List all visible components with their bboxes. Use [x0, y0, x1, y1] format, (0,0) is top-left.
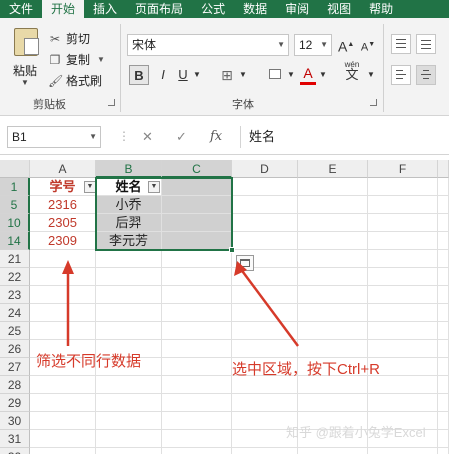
enter-icon[interactable]: ✓: [176, 129, 187, 145]
right-arrow-shaft: [238, 267, 300, 347]
tab-data[interactable]: 数据: [234, 0, 276, 18]
formula-bar-handle-icon: ⋮: [118, 129, 130, 143]
font-name-dropdown[interactable]: 宋体 ▼: [127, 34, 289, 56]
tab-insert[interactable]: 插入: [84, 0, 126, 18]
dialog-launcher-icon[interactable]: [108, 99, 115, 106]
font-group-label: 字体: [232, 99, 254, 111]
formula-bar: B1 ▼ ⋮ ✕ ✓ fx 姓名: [0, 117, 449, 155]
format-painter-button[interactable]: 🖌 格式刷: [48, 72, 102, 89]
excel-window: 文件 开始 插入 页面布局 公式 数据 审阅 视图 帮助 粘贴 ▼ ✂ 剪切 ❐…: [0, 0, 449, 454]
shrink-font-button[interactable]: A▼: [360, 35, 376, 55]
borders-icon[interactable]: ⊞: [218, 65, 236, 85]
name-box[interactable]: B1 ▼: [7, 126, 101, 148]
worksheet-grid[interactable]: A B C D E F 1 学号 姓名 ▼ ▼ 5 2316 小乔 10 2305 后羿 14 2309…: [0, 160, 449, 454]
chevron-down-icon: ▼: [277, 40, 285, 49]
chevron-down-icon: ▼: [89, 132, 97, 141]
align-top-icon[interactable]: [391, 34, 411, 54]
copy-button[interactable]: ❐ 复制 ▼: [48, 51, 108, 68]
format-painter-label: 格式刷: [66, 74, 103, 88]
formula-input[interactable]: 姓名: [240, 126, 449, 148]
annotation-filter-rows: 筛选不同行数据: [36, 353, 142, 370]
grow-font-icon: A: [338, 38, 348, 55]
phonetic-button[interactable]: wén 文: [340, 60, 364, 82]
paste-dropdown-icon[interactable]: ▼: [21, 78, 29, 87]
tab-home[interactable]: 开始: [42, 0, 85, 18]
left-arrow-head: [62, 260, 74, 274]
insert-function-icon[interactable]: fx: [210, 129, 222, 144]
tab-formulas[interactable]: 公式: [192, 0, 234, 18]
borders-dropdown-icon[interactable]: ▼: [238, 65, 248, 85]
underline-button[interactable]: U: [176, 65, 190, 85]
annotation-ctrl-r: 选中区域，按下Ctrl+R: [232, 361, 380, 378]
paste-icon[interactable]: [14, 28, 39, 56]
phonetic-char-label: 文: [345, 67, 359, 82]
fill-color-icon[interactable]: [266, 65, 284, 85]
scissors-icon: ✂: [49, 31, 61, 46]
group-divider: [120, 24, 121, 112]
align-center-icon[interactable]: [416, 65, 436, 85]
italic-button[interactable]: I: [155, 65, 171, 85]
underline-dropdown-icon[interactable]: ▼: [192, 65, 202, 85]
tab-page-layout[interactable]: 页面布局: [126, 0, 192, 18]
font-size-value: 12: [299, 38, 313, 52]
grow-font-button[interactable]: A▲: [338, 35, 354, 55]
copy-icon: ❐: [49, 52, 61, 67]
dialog-launcher-icon[interactable]: [370, 99, 377, 106]
brush-icon: 🖌: [48, 73, 64, 88]
align-left-icon[interactable]: [391, 65, 411, 85]
group-divider: [383, 24, 384, 112]
tab-file[interactable]: 文件: [0, 0, 42, 18]
bold-button[interactable]: B: [129, 65, 149, 85]
font-size-dropdown[interactable]: 12 ▼: [294, 34, 332, 56]
font-name-value: 宋体: [132, 38, 157, 52]
ribbon-home: 粘贴 ▼ ✂ 剪切 ❐ 复制 ▼ 🖌 格式刷 剪贴板 宋体 ▼ 12 ▼ A▲: [0, 18, 449, 116]
watermark: 知乎 @跟着小兔学Excel: [286, 425, 426, 440]
font-color-dropdown-icon[interactable]: ▼: [318, 65, 328, 85]
annotation-arrows: [62, 260, 300, 347]
cut-label: 剪切: [66, 32, 91, 46]
font-color-button[interactable]: A: [300, 65, 316, 85]
tab-view[interactable]: 视图: [318, 0, 360, 18]
copy-label: 复制: [66, 53, 91, 67]
chevron-down-icon: ▼: [320, 40, 328, 49]
ribbon-tab-bar: 文件 开始 插入 页面布局 公式 数据 审阅 视图 帮助: [0, 0, 449, 18]
fill-color-dropdown-icon[interactable]: ▼: [286, 65, 296, 85]
phonetic-dropdown-icon[interactable]: ▼: [366, 65, 376, 85]
clipboard-group-label: 剪贴板: [33, 99, 66, 111]
tab-review[interactable]: 审阅: [276, 0, 318, 18]
align-middle-icon[interactable]: [416, 34, 436, 54]
cut-button[interactable]: ✂ 剪切: [48, 30, 90, 47]
tab-help[interactable]: 帮助: [360, 0, 402, 18]
chevron-down-icon: ▼: [97, 55, 105, 64]
paste-button[interactable]: 粘贴: [13, 62, 37, 79]
cancel-icon[interactable]: ✕: [142, 129, 153, 145]
name-box-value: B1: [12, 130, 27, 144]
